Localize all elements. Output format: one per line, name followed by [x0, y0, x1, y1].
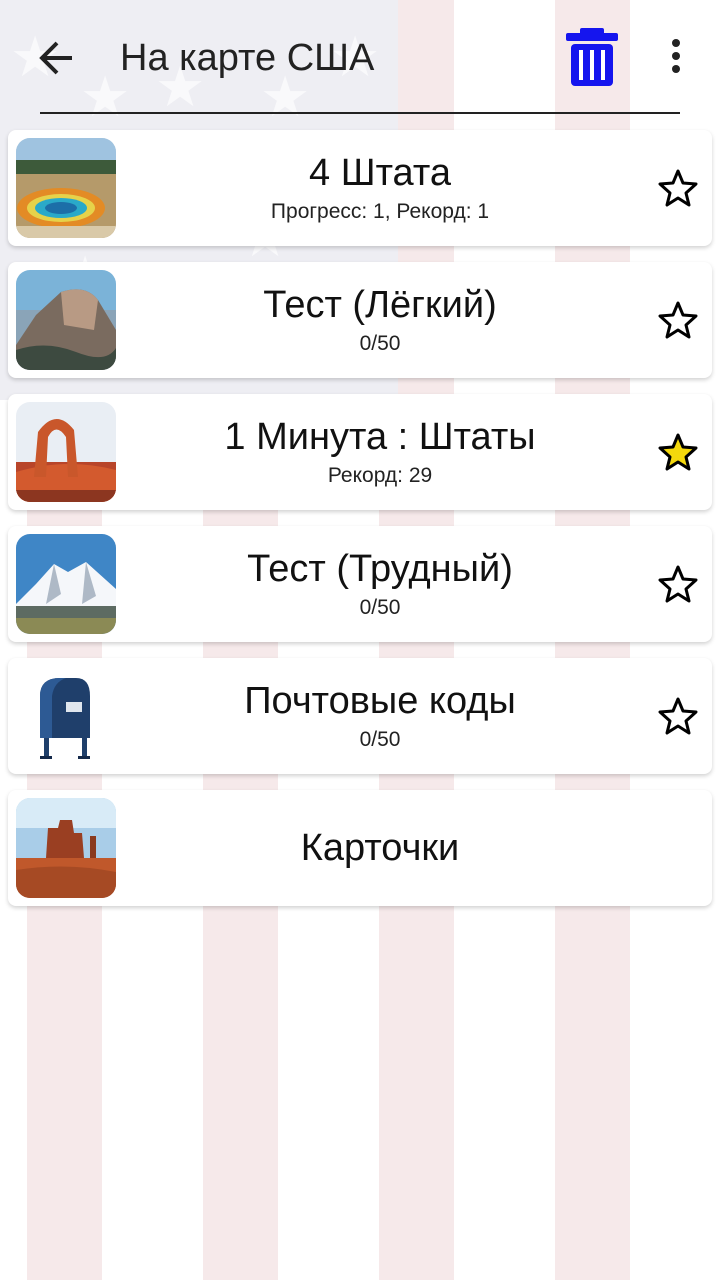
app-bar-divider	[40, 112, 680, 114]
list-item-test-hard[interactable]: Тест (Трудный) 0/50	[8, 526, 712, 642]
item-title: 4 Штата	[309, 152, 451, 194]
more-vert-icon[interactable]	[660, 36, 692, 76]
item-title: Тест (Трудный)	[247, 548, 513, 590]
game-mode-list: 4 Штата Прогресс: 1, Рекорд: 1 Тест (Лёг…	[8, 130, 712, 922]
list-item-zip-codes[interactable]: Почтовые коды 0/50	[8, 658, 712, 774]
item-subtitle: 0/50	[359, 596, 401, 619]
list-item-4-states[interactable]: 4 Штата Прогресс: 1, Рекорд: 1	[8, 130, 712, 246]
item-subtitle: 0/50	[359, 332, 401, 355]
item-title: Тест (Лёгкий)	[263, 284, 497, 326]
delicate-arch-image	[16, 402, 116, 502]
mailbox-image	[16, 666, 116, 766]
list-item-test-easy[interactable]: Тест (Лёгкий) 0/50	[8, 262, 712, 378]
list-item-flashcards[interactable]: Карточки	[8, 790, 712, 906]
arrow-left-icon[interactable]	[32, 34, 80, 82]
item-subtitle: Прогресс: 1, Рекорд: 1	[270, 200, 490, 223]
item-title: Карточки	[300, 827, 460, 869]
denali-image	[16, 534, 116, 634]
star-filled-icon[interactable]	[658, 432, 698, 472]
star-outline-icon[interactable]	[658, 696, 698, 736]
app-bar: На карте США	[0, 0, 720, 112]
item-subtitle: Рекорд: 29	[327, 464, 433, 487]
item-subtitle: 0/50	[359, 728, 401, 751]
half-dome-image	[16, 270, 116, 370]
yellowstone-spring-image	[16, 138, 116, 238]
star-outline-icon[interactable]	[658, 564, 698, 604]
page-title: На карте США	[120, 37, 375, 79]
item-title: 1 Минута : Штаты	[224, 416, 536, 458]
list-item-one-minute-states[interactable]: 1 Минута : Штаты Рекорд: 29	[8, 394, 712, 510]
star-outline-icon[interactable]	[658, 300, 698, 340]
star-outline-icon[interactable]	[658, 168, 698, 208]
item-title: Почтовые коды	[244, 680, 516, 722]
trash-icon[interactable]	[566, 28, 618, 86]
monument-valley-image	[16, 798, 116, 898]
